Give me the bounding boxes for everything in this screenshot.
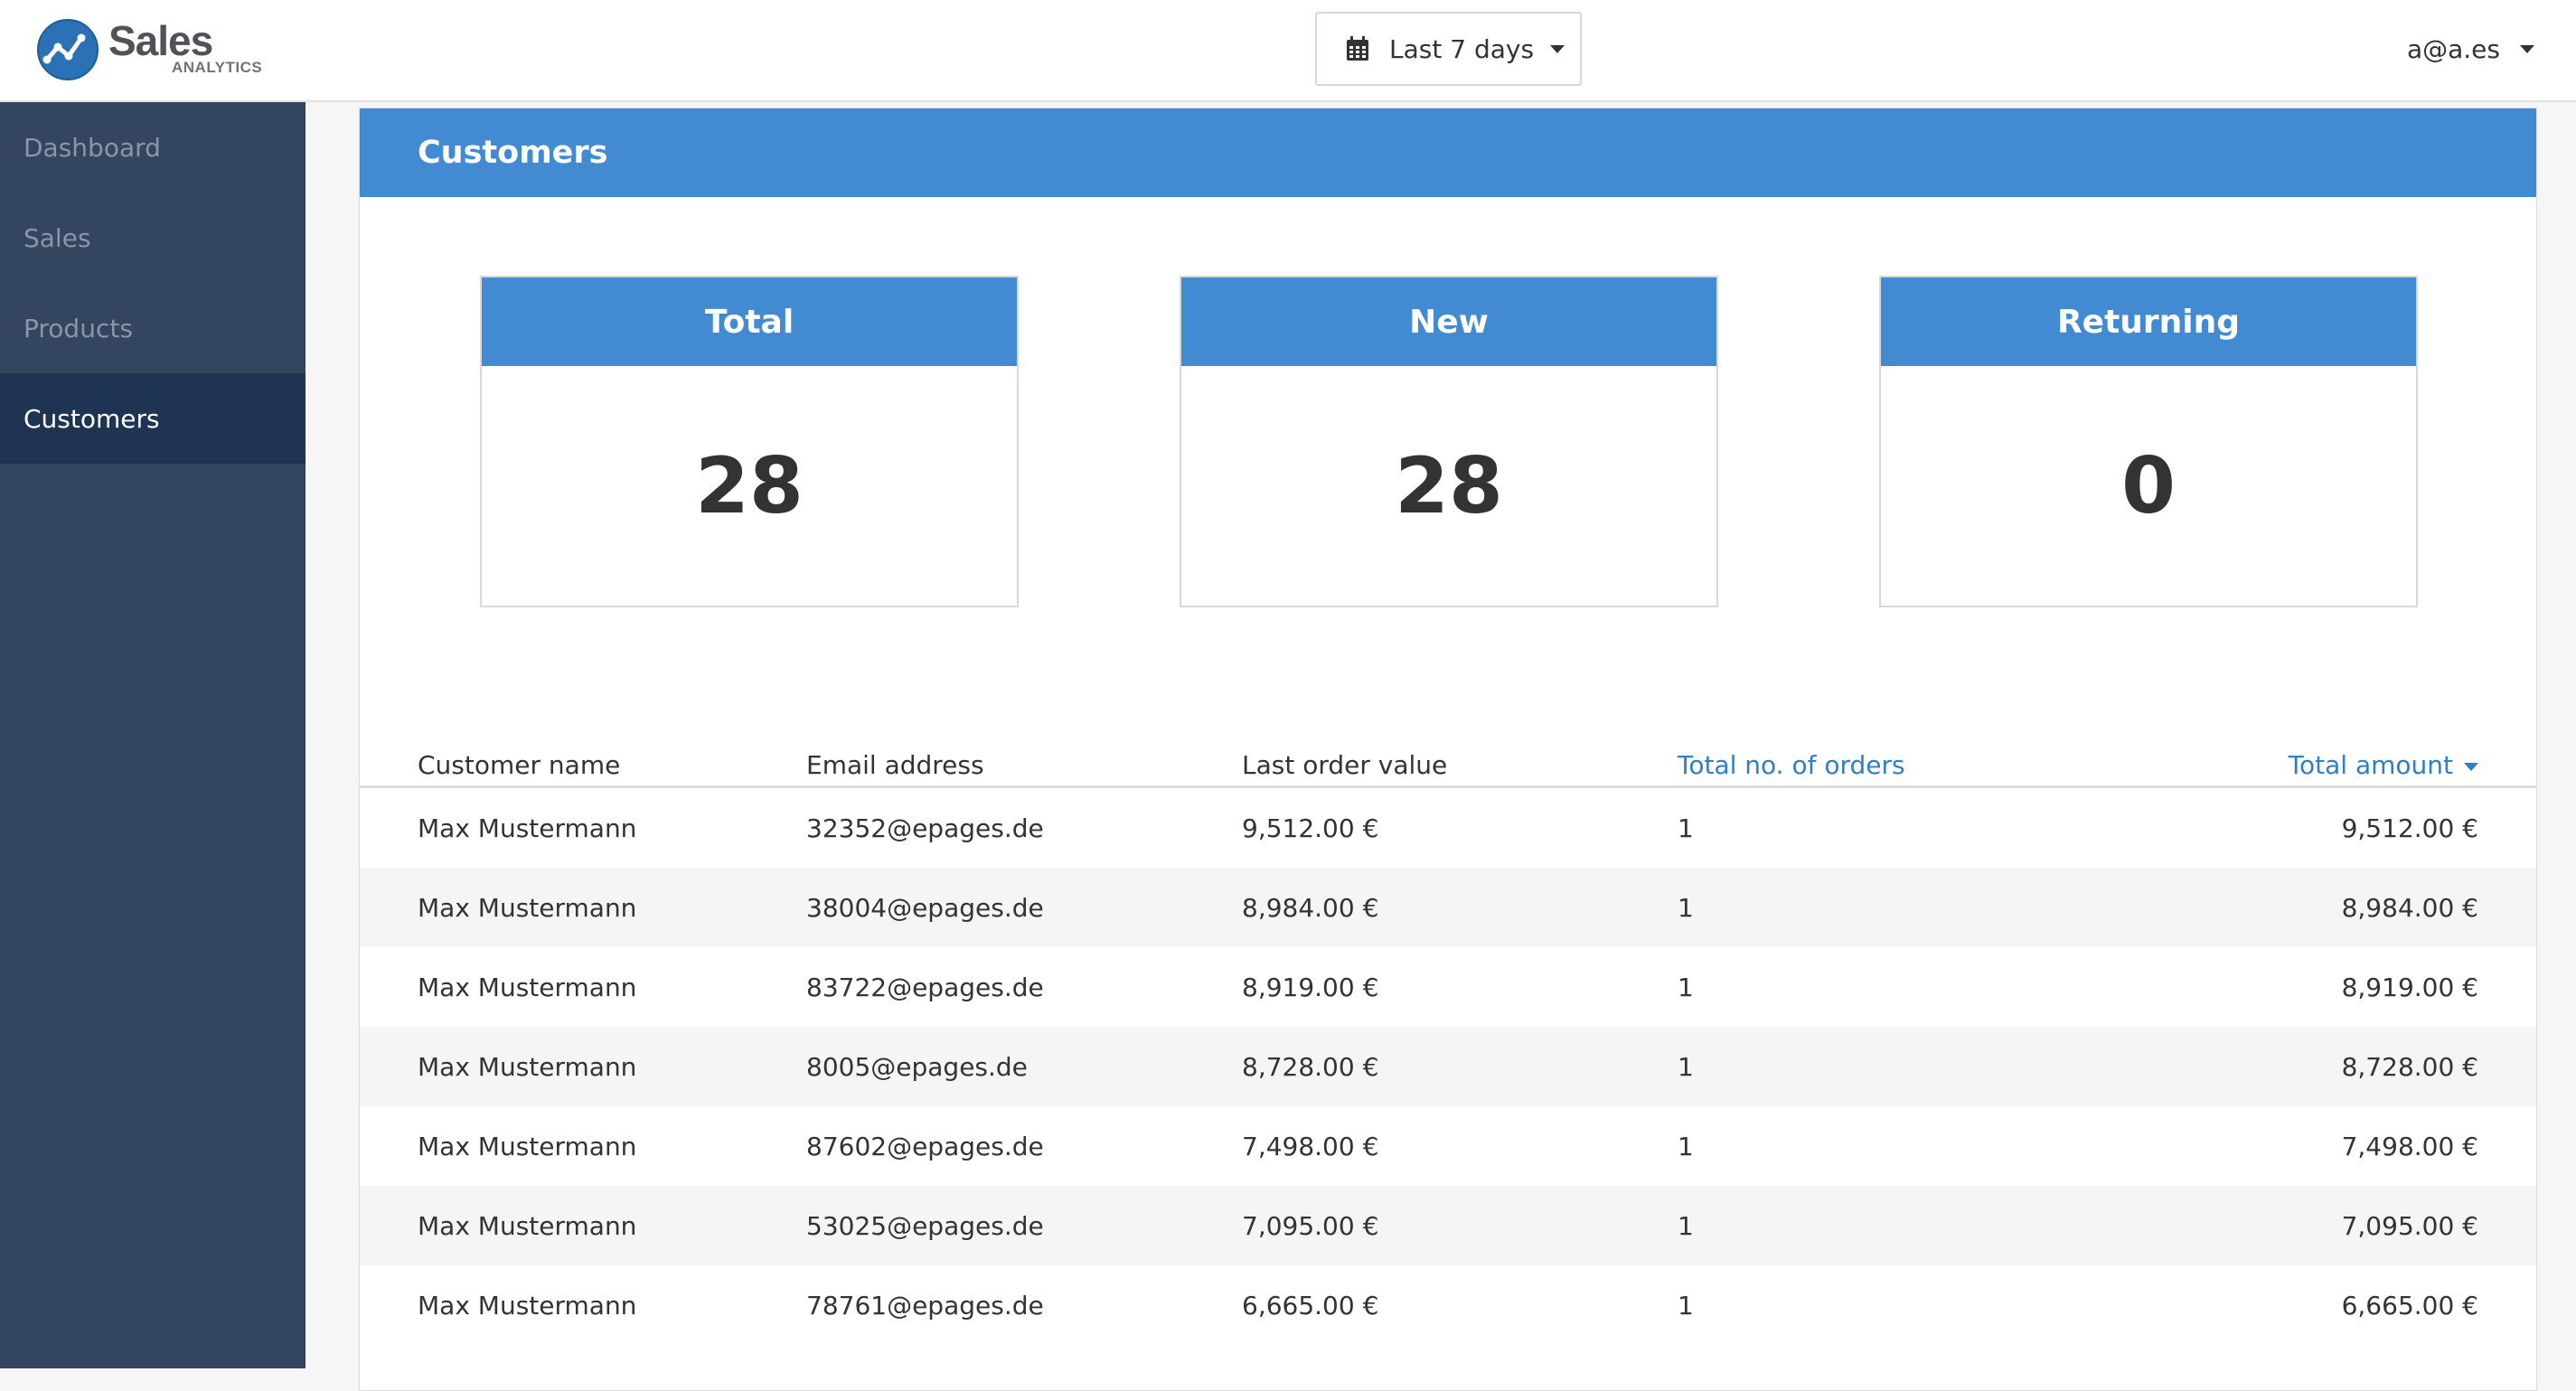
email-cell: 87602@epages.de (806, 1132, 1044, 1161)
total-amount-cell: 6,665.00 € (2341, 1291, 2478, 1321)
sidebar-item-sales[interactable]: Sales (0, 193, 306, 283)
sidebar-item-products[interactable]: Products (0, 283, 306, 373)
top-bar: Sales ANALYTICS Last 7 days a@a.es (0, 0, 2576, 102)
total-orders-cell: 1 (1678, 1052, 1694, 1082)
last-order-value-cell: 9,512.00 € (1242, 813, 1379, 843)
kpi-value: 28 (695, 440, 804, 531)
last-order-value-cell: 8,984.00 € (1242, 893, 1379, 923)
sidebar-item-dashboard[interactable]: Dashboard (0, 102, 306, 193)
total-orders-cell: 1 (1678, 1132, 1694, 1161)
total-amount-cell: 8,919.00 € (2341, 973, 2478, 1002)
chevron-down-icon (2520, 44, 2534, 53)
kpi-value: 0 (2121, 440, 2176, 531)
kpi-label: Total (704, 303, 794, 341)
kpi-value: 28 (1395, 440, 1503, 531)
last-order-value-cell: 6,665.00 € (1242, 1291, 1379, 1321)
app-logo[interactable]: Sales ANALYTICS (36, 16, 325, 89)
kpi-card-header: Total (482, 277, 1017, 366)
email-cell: 38004@epages.de (806, 893, 1044, 923)
customer-name-cell: Max Mustermann (418, 893, 637, 923)
last-order-value-cell: 7,095.00 € (1242, 1211, 1379, 1241)
total-orders-cell: 1 (1678, 1211, 1694, 1241)
customer-name-cell: Max Mustermann (418, 973, 637, 1002)
user-menu[interactable]: a@a.es (2407, 29, 2534, 69)
logo-subtitle: ANALYTICS (172, 59, 263, 76)
date-range-label: Last 7 days (1389, 33, 1535, 64)
customer-name-cell: Max Mustermann (418, 1211, 637, 1241)
sidebar: Dashboard Sales Products Customers (0, 102, 306, 1368)
total-orders-cell: 1 (1678, 1291, 1694, 1321)
customer-name-cell: Max Mustermann (418, 813, 637, 843)
page-title: Customers (418, 135, 608, 171)
last-order-value-cell: 7,498.00 € (1242, 1132, 1379, 1161)
logo-title: Sales (108, 17, 213, 64)
column-header-last-order-value: Last order value (1242, 750, 1448, 780)
table-row[interactable]: Max Mustermann 83722@epages.de 8,919.00 € 1… (360, 947, 2536, 1027)
column-header-total-orders[interactable]: Total no. of orders (1678, 750, 1905, 780)
customer-name-cell: Max Mustermann (418, 1132, 637, 1161)
email-cell: 32352@epages.de (806, 813, 1044, 843)
table-row[interactable]: Max Mustermann 87602@epages.de 7,498.00 € 1… (360, 1106, 2536, 1186)
total-amount-cell: 8,728.00 € (2341, 1052, 2478, 1082)
customers-panel: Customers Total 28 New 28 Returning 0 Cu… (359, 108, 2537, 1391)
total-amount-cell: 9,512.00 € (2341, 813, 2478, 843)
kpi-card-header: Returning (1881, 277, 2416, 366)
chevron-down-icon (1550, 44, 1565, 53)
kpi-card-new: New 28 (1180, 276, 1718, 607)
table-row[interactable]: Max Mustermann 38004@epages.de 8,984.00 € 1… (360, 868, 2536, 947)
last-order-value-cell: 8,919.00 € (1242, 973, 1379, 1002)
panel-header: Customers (360, 108, 2536, 197)
logo-chart-icon (37, 19, 99, 80)
customer-name-cell: Max Mustermann (418, 1052, 637, 1082)
total-amount-cell: 7,498.00 € (2341, 1132, 2478, 1161)
email-cell: 83722@epages.de (806, 973, 1044, 1002)
column-header-label: Total amount (2288, 750, 2453, 780)
sort-desc-icon (2464, 762, 2478, 771)
date-range-dropdown[interactable]: Last 7 days (1315, 12, 1582, 86)
customers-table: Customer name Email address Last order v… (360, 732, 2536, 1345)
email-cell: 53025@epages.de (806, 1211, 1044, 1241)
table-header: Customer name Email address Last order v… (360, 732, 2536, 788)
total-amount-cell: 7,095.00 € (2341, 1211, 2478, 1241)
kpi-card-header: New (1181, 277, 1716, 366)
kpi-label: Returning (2056, 303, 2241, 341)
table-row[interactable]: Max Mustermann 78761@epages.de 6,665.00 € 1… (360, 1265, 2536, 1345)
table-row[interactable]: Max Mustermann 53025@epages.de 7,095.00 € 1… (360, 1186, 2536, 1265)
total-orders-cell: 1 (1678, 973, 1694, 1002)
table-row[interactable]: Max Mustermann 32352@epages.de 9,512.00 € 1… (360, 788, 2536, 868)
kpi-card-total: Total 28 (480, 276, 1019, 607)
user-email: a@a.es (2406, 33, 2500, 64)
last-order-value-cell: 8,728.00 € (1242, 1052, 1379, 1082)
calendar-icon (1347, 36, 1368, 61)
table-body: Max Mustermann 32352@epages.de 9,512.00 € 1… (360, 788, 2536, 1345)
column-header-email: Email address (806, 750, 984, 780)
column-header-total-amount[interactable]: Total amount (2289, 750, 2478, 780)
kpi-card-returning: Returning 0 (1879, 276, 2418, 607)
kpi-label: New (1409, 303, 1489, 341)
email-cell: 78761@epages.de (806, 1291, 1044, 1321)
column-header-customer-name: Customer name (418, 750, 621, 780)
total-amount-cell: 8,984.00 € (2341, 893, 2478, 923)
sidebar-item-customers[interactable]: Customers (0, 373, 306, 464)
table-row[interactable]: Max Mustermann 8005@epages.de 8,728.00 € 1 8… (360, 1027, 2536, 1106)
total-orders-cell: 1 (1678, 893, 1694, 923)
customer-name-cell: Max Mustermann (418, 1291, 637, 1321)
total-orders-cell: 1 (1678, 813, 1694, 843)
email-cell: 8005@epages.de (806, 1052, 1028, 1082)
